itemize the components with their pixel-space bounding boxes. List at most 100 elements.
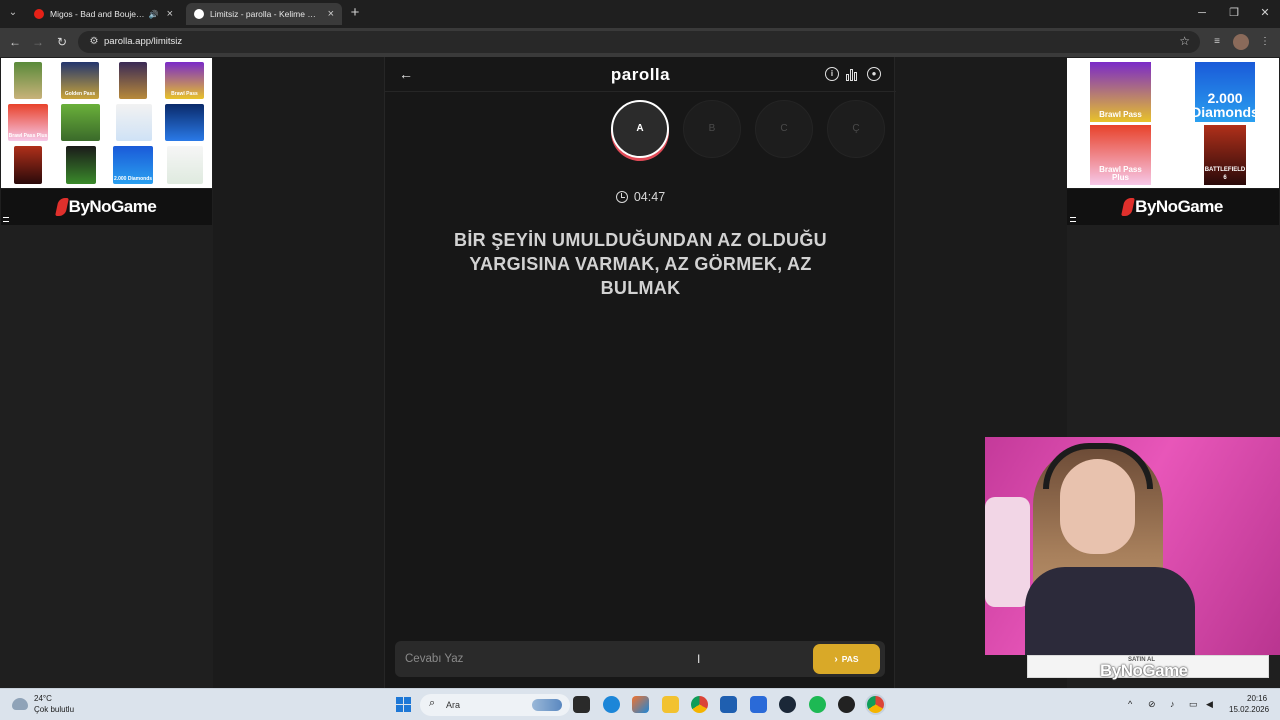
windows-taskbar: 24°C Çok bulutlu ⌕ Ara ^ ⊘ ♪ ▭ ◀ 20:16 1…	[0, 688, 1280, 720]
tab-title: Limitsiz - parolla - Kelime oyunu	[210, 9, 320, 19]
ad-tile[interactable]	[165, 104, 204, 141]
menu-icon[interactable]	[1070, 217, 1076, 222]
ad-tile[interactable]	[119, 62, 147, 99]
close-tab-icon[interactable]: ×	[328, 8, 334, 20]
restore-button[interactable]: ❐	[1220, 4, 1248, 22]
letter-circle-a: A	[611, 100, 669, 158]
search-label: Ara	[446, 700, 461, 710]
ad-tile[interactable]: 2.000 Diamonds	[113, 146, 153, 184]
browser-tab-parolla[interactable]: Limitsiz - parolla - Kelime oyunu ×	[186, 3, 342, 25]
ad-tile[interactable]	[116, 104, 152, 141]
reload-button[interactable]: ↻	[52, 33, 72, 51]
question-text: BİR ŞEYİN UMULDUĞUNDAN AZ OLDUĞU YARGISI…	[454, 230, 827, 298]
reading-list-icon[interactable]: ≡	[1209, 34, 1225, 50]
taskbar-search[interactable]: ⌕ Ara	[420, 694, 570, 716]
app-logo[interactable]: parolla	[385, 65, 896, 85]
webcam-streamer-body	[1025, 567, 1195, 655]
profile-avatar[interactable]	[1233, 34, 1249, 50]
ad-tile[interactable]: Golden Pass	[61, 62, 99, 99]
site-info-icon[interactable]: ⚙	[86, 34, 102, 50]
browser-tab-bar: ⌄ Migos - Bad and Boujee ft Lil Uzi Vert…	[0, 0, 1280, 28]
stream-brand-overlay: SATIN AL ByNoGame	[1027, 655, 1269, 680]
chrome-icon[interactable]	[691, 696, 708, 713]
ad-tile[interactable]	[14, 146, 42, 184]
taskbar-date[interactable]: 15.02.2026	[1229, 705, 1269, 714]
ad-tile[interactable]	[14, 62, 42, 99]
microphone-icon[interactable]: ♪	[1170, 699, 1175, 709]
network-icon[interactable]: ▭	[1189, 699, 1198, 710]
ad-tile[interactable]: BATTLEFIELD 6	[1204, 125, 1246, 185]
more-menu-icon[interactable]: ⋮	[1257, 34, 1273, 50]
windows-start-icon[interactable]	[396, 697, 412, 713]
steam-icon[interactable]	[779, 696, 796, 713]
new-tab-button[interactable]: +	[346, 4, 364, 22]
ad-tile[interactable]: Brawl Pass Plus	[8, 104, 48, 141]
weather-temperature[interactable]: 24°C	[34, 694, 52, 703]
ad-tile[interactable]	[61, 104, 100, 141]
cloud-icon[interactable]	[12, 698, 28, 710]
speaker-icon[interactable]: 🔊	[149, 10, 159, 19]
brand-text: ByNoGame	[68, 197, 157, 216]
close-tab-icon[interactable]: ×	[167, 8, 173, 20]
letter-circle-b: B	[683, 100, 741, 158]
bynogame-logo[interactable]: ByNoGame	[1, 189, 212, 225]
text-cursor-icon: I	[697, 652, 701, 666]
menu-icon[interactable]	[3, 217, 9, 222]
network-off-icon[interactable]: ⊘	[1148, 699, 1156, 710]
youtube-favicon-icon	[34, 9, 44, 19]
app-header: ← parolla i ●	[385, 57, 896, 92]
chevron-right-icon: ›	[834, 653, 838, 665]
back-button[interactable]: ←	[5, 33, 25, 51]
profile-icon[interactable]: ●	[867, 67, 881, 81]
tab-title: Migos - Bad and Boujee ft Lil Uzi Vert	[50, 9, 145, 19]
answer-bar: I › PAS	[395, 641, 885, 677]
minimize-button[interactable]: ─	[1188, 4, 1216, 22]
store-icon[interactable]	[720, 696, 737, 713]
ad-tile[interactable]: Brawl Pass Plus	[1090, 125, 1151, 185]
bynogame-logo-icon	[1121, 198, 1136, 216]
parolla-game-panel: ← parolla i ● A B C Ç 04:47 BİR ŞEYİN UM…	[384, 57, 896, 688]
ad-tile[interactable]	[66, 146, 96, 184]
countdown-timer: 04:47	[385, 190, 896, 204]
webcam-overlay	[985, 437, 1280, 655]
browser-tab-youtube[interactable]: Migos - Bad and Boujee ft Lil Uzi Vert 🔊…	[26, 3, 181, 25]
obs-icon[interactable]	[838, 696, 855, 713]
volume-icon[interactable]: ◀	[1206, 699, 1213, 710]
bookmark-star-icon[interactable]: ☆	[1179, 34, 1190, 48]
chrome-active-icon[interactable]	[867, 696, 884, 713]
right-ad-grid[interactable]: Brawl Pass 2.000 Diamonds Brawl Pass Plu…	[1067, 58, 1279, 188]
bynogame-logo[interactable]: ByNoGame	[1067, 189, 1279, 225]
outlook-icon[interactable]	[750, 696, 767, 713]
bynogame-logo-icon	[54, 198, 69, 216]
forward-button[interactable]: →	[28, 33, 48, 51]
search-highlight-icon	[532, 699, 562, 711]
ad-tile[interactable]	[167, 146, 203, 184]
stats-icon[interactable]	[846, 68, 860, 81]
overlay-brand-logo: ByNoGame	[1100, 661, 1188, 680]
timer-value: 04:47	[633, 190, 666, 204]
weather-description[interactable]: Çok bulutlu	[34, 705, 74, 714]
chevron-up-icon[interactable]: ^	[1128, 699, 1132, 709]
pass-button[interactable]: › PAS	[813, 644, 880, 674]
photos-icon[interactable]	[632, 696, 649, 713]
pass-label: PAS	[841, 654, 859, 664]
ad-tile[interactable]: Brawl Pass	[165, 62, 204, 99]
url-text[interactable]: parolla.app/limitsiz	[104, 36, 182, 47]
browser-toolbar: ← → ↻ ⚙ parolla.app/limitsiz ☆ ≡ ⋮	[0, 28, 1280, 57]
answer-input[interactable]	[395, 641, 805, 677]
info-icon[interactable]: i	[825, 67, 839, 81]
letter-circle-c-cedilla: Ç	[827, 100, 885, 158]
spotify-icon[interactable]	[809, 696, 826, 713]
edge-icon[interactable]	[603, 696, 620, 713]
ad-tile[interactable]: 2.000 Diamonds	[1195, 62, 1255, 122]
tab-search-chevron-icon[interactable]: ⌄	[4, 4, 22, 22]
left-ad-column: Golden Pass Brawl Pass Brawl Pass Plus 2…	[0, 57, 213, 688]
address-bar[interactable]: ⚙ parolla.app/limitsiz ☆	[78, 31, 1200, 53]
close-window-button[interactable]: ✕	[1251, 4, 1279, 22]
taskbar-time[interactable]: 20:16	[1247, 694, 1267, 703]
task-view-icon[interactable]	[573, 696, 590, 713]
headset-icon	[1043, 443, 1153, 489]
file-explorer-icon[interactable]	[662, 696, 679, 713]
ad-tile[interactable]: Brawl Pass	[1090, 62, 1151, 122]
left-ad-grid[interactable]: Golden Pass Brawl Pass Brawl Pass Plus 2…	[1, 58, 212, 188]
